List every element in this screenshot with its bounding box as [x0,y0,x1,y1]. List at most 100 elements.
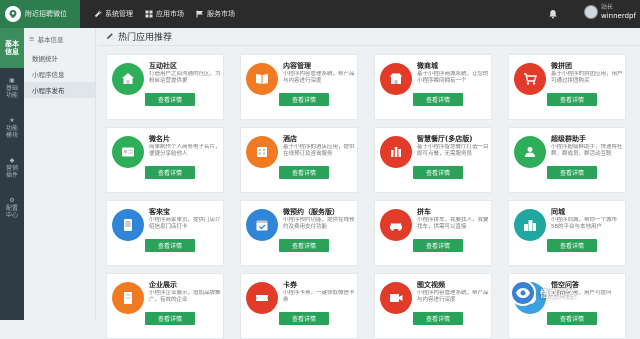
building-icon [112,282,144,314]
app-card[interactable]: 企业展示 小程序企业展示，增加品牌推广，有效的企业查看详情 [106,273,224,339]
logo-text: 附近招聘微位 [25,10,67,18]
sidebar-item-modules[interactable]: ★ 功能模块 [0,108,24,148]
location-pin-icon [5,6,21,22]
shop-icon [112,209,144,241]
view-details-button[interactable]: 查看详情 [145,166,195,179]
sidebar-item-label: 功能模块 [6,125,19,139]
app-description: 小程序预约功能，提供在线预约及费用支付功能 [283,217,355,230]
app-name: 微商城 [417,62,438,70]
view-details-button[interactable]: 查看详情 [145,93,195,106]
view-details-button[interactable]: 查看详情 [279,166,329,179]
cart-icon [514,63,546,95]
secondary-sidebar-header: ≡ 基本信息 [24,28,95,50]
main-content: 热门应用推荐 互动社区 打造用户之间沟通的社区，为粉丝运营提供更 查看详情 内容管理小… [98,28,640,339]
app-name: 超级群助手 [551,135,586,143]
city-icon [514,209,546,241]
sidebar-item-label: 基本信息 [5,40,19,56]
view-details-button[interactable]: 查看详情 [279,312,329,325]
app-name: 企业展示 [149,281,177,289]
app-description: 小程序内容管理系统，帮产品与内容进行深度 [417,290,489,303]
app-card[interactable]: 拼车 小程序拼车，我要找人，我要找车，供需可以直接 查看详情 [374,200,492,266]
app-name: 客来宝 [149,208,170,216]
app-name: 拼车 [417,208,431,216]
sidebar-item-stats[interactable]: 数据统计 [24,50,95,66]
avatar [584,5,598,19]
nav-system-label: 系统管理 [105,10,133,18]
app-description: 小程序内容管理系统，帮产品与内容进行深度 [283,71,355,84]
user-menu[interactable]: 站长 winnerdpf [584,3,636,21]
home-icon [112,63,144,95]
app-card[interactable]: 互动社区 打造用户之间沟通的社区，为粉丝运营提供更 查看详情 [106,54,224,120]
book-icon [246,63,278,95]
watermark-logo-icon [510,280,536,306]
app-card[interactable]: 客来宝 小程序商家单页，提供门店介绍信息门店打卡查看详情 [106,200,224,266]
app-description: 基于小程序智慧餐厅打造一目即可点餐，无需服务员 [417,144,489,157]
flag-icon [196,10,203,18]
sidebar-item-mini-program-info[interactable]: 小程序信息 [24,66,95,82]
view-details-button[interactable]: 查看详情 [547,166,597,179]
tag-icon: ◆ [9,157,15,164]
app-card[interactable]: 卡券 小程序卡券，一键领取微信卡券查看详情 [240,273,358,339]
app-name: 微名片 [149,135,170,143]
app-description: 基于小程序的拼团应用，用户可通过拼团购买 [551,71,623,84]
app-description: 基于小程序商城系统，让您的小程序瞬间拥有一个 [417,71,489,84]
top-bar: 附近招聘微位 系统管理 应用市场 服务市场 站长 winnerdpf [0,0,640,28]
sidebar-item-basic-info[interactable]: 基本信息 [0,28,24,68]
chef-icon [380,136,412,168]
app-card[interactable]: 内容管理 小程序内容管理系统，帮产品与内容进行深度 查看详情 [240,54,358,120]
sidebar-item-config[interactable]: ⚙ 配置中心 [0,188,24,228]
star-icon: ★ [9,117,15,124]
app-card[interactable]: 微商城 基于小程序商城系统，让您的小程序瞬间拥有一个查看详情 [374,54,492,120]
view-details-button[interactable]: 查看详情 [413,93,463,106]
wrench-icon [94,10,102,18]
page-title: 热门应用推荐 [118,32,173,43]
pencil-icon [107,33,113,39]
bell-icon[interactable] [548,9,558,19]
top-nav: 系统管理 应用市场 服务市场 [94,0,235,28]
user-role: 站长 [601,4,614,11]
app-name: 图文视频 [417,281,445,289]
view-details-button[interactable]: 查看详情 [547,312,597,325]
app-description: 小程序卡券，一键领取微信卡券 [283,290,355,303]
secondary-sidebar: ≡ 基本信息 数据统计 小程序信息 小程序发布 [24,28,96,320]
app-name: 同城 [551,208,565,216]
view-details-button[interactable]: 查看详情 [145,312,195,325]
app-name: 卡券 [283,281,297,289]
view-details-button[interactable]: 查看详情 [413,166,463,179]
view-details-button[interactable]: 查看详情 [547,93,597,106]
nav-system[interactable]: 系统管理 [94,9,133,19]
app-card[interactable]: 智慧餐厅(多店版) 基于小程序智慧餐厅打造一目即可点餐，无需服务员 查看详情 [374,127,492,193]
app-card[interactable]: 微名片 简单制作个人商务电子名片，便捷分享给他人 查看详情 [106,127,224,193]
sidebar-item-label: 基础功能 [6,85,19,99]
grid-icon [145,10,153,18]
section-title: 热门应用推荐 [106,28,172,44]
app-card[interactable]: 图文视频 小程序内容管理系统，帮产品与内容进行深度查看详情 [374,273,492,339]
cube-icon: ▣ [9,77,15,84]
nav-service-market[interactable]: 服务市场 [196,9,235,19]
sidebar-item-mini-program-publish[interactable]: 小程序发布 [24,82,95,98]
app-description: 小程序商家单页，提供门店介绍信息门店打卡 [149,217,221,230]
view-details-button[interactable]: 查看详情 [547,239,597,252]
app-card[interactable]: 微拼团 基于小程序的拼团应用，用户可通过拼团购买 查看详情 [508,54,626,120]
logo[interactable]: 附近招聘微位 [0,0,80,28]
view-details-button[interactable]: 查看详情 [413,239,463,252]
view-details-button[interactable]: 查看详情 [279,93,329,106]
ticket-icon [246,282,278,314]
app-description: 基于小程序的酒店应用，提供在线预订及咨询服务 [283,144,355,157]
nav-app-market-label: 应用市场 [156,10,184,18]
nav-app-market[interactable]: 应用市场 [145,9,184,19]
calendar-icon [246,209,278,241]
app-card[interactable]: 微预约（服务版） 小程序预约功能，提供在线预约及费用支付功能 查看详情 [240,200,358,266]
sidebar-item-marketing[interactable]: ◆ 营销插件 [0,148,24,188]
view-details-button[interactable]: 查看详情 [145,239,195,252]
view-details-button[interactable]: 查看详情 [279,239,329,252]
app-card[interactable]: 酒店 基于小程序的酒店应用，提供在线预订及咨询服务 查看详情 [240,127,358,193]
list-icon: ≡ [29,35,35,43]
app-description: 打造用户之间沟通的社区，为粉丝运营提供更 [149,71,221,84]
app-card[interactable]: 同城 小程序同城，帮你一个城市58的平台与本地用户 查看详情 [508,200,626,266]
app-card[interactable]: 超级群助手 小程序超级群助手，快速将社群、群成员、群活动互联 查看详情 [508,127,626,193]
sidebar-item-basic-functions[interactable]: ▣ 基础功能 [0,68,24,108]
app-description: 小程序企业展示，增加品牌推广，有效的企业 [149,290,221,303]
divider [98,45,640,46]
view-details-button[interactable]: 查看详情 [413,312,463,325]
